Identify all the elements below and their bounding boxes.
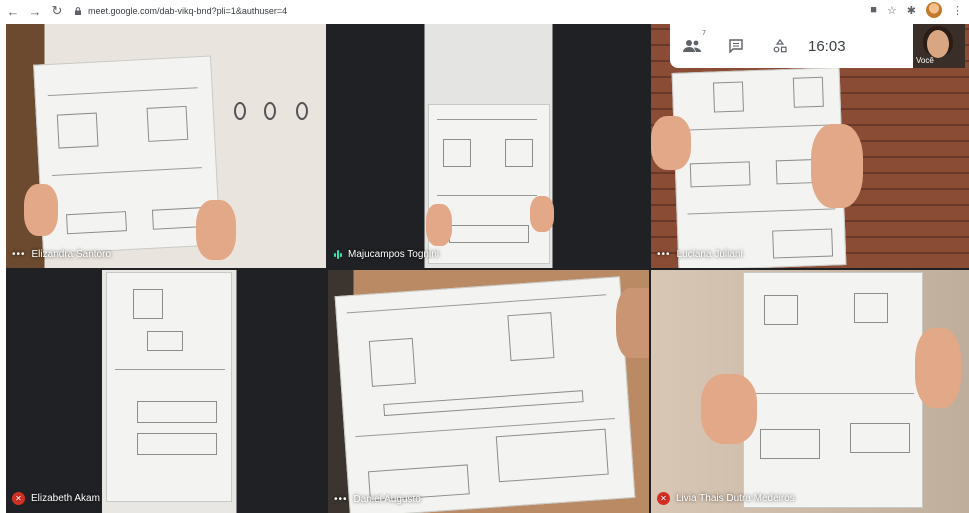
meet-top-bar: 7 16:03 bbox=[670, 24, 941, 68]
participant-name: Majucampos Tognini bbox=[348, 249, 439, 260]
chat-icon[interactable] bbox=[714, 24, 758, 68]
self-label: Você bbox=[916, 56, 934, 65]
participant-name: Daniel Augusto bbox=[353, 494, 421, 505]
participants-count: 7 bbox=[702, 30, 706, 37]
meet-grid: ••• Elizandra Santoro Majucampos Tognini bbox=[6, 24, 969, 513]
participant-tile[interactable]: ••• Elizandra Santoro bbox=[6, 24, 326, 268]
activities-icon[interactable] bbox=[758, 24, 802, 68]
participant-tile[interactable]: Majucampos Tognini bbox=[328, 24, 649, 268]
participant-name: Luciana Juliani bbox=[676, 249, 743, 260]
self-view-tile[interactable]: Você bbox=[913, 24, 965, 68]
more-options-icon[interactable]: ••• bbox=[334, 494, 348, 505]
url-text: meet.google.com/dab-vikq-bnd?pli=1&authu… bbox=[88, 6, 288, 16]
kebab-menu-icon[interactable]: ⋮ bbox=[952, 4, 963, 17]
participant-name: Livia Thais Dutra Medeiros bbox=[676, 493, 795, 504]
more-options-icon[interactable]: ••• bbox=[657, 249, 671, 260]
participant-tile[interactable]: ✕ Elizabeth Akam bbox=[6, 270, 326, 513]
lock-icon bbox=[75, 7, 81, 15]
camera-icon[interactable]: ■ bbox=[870, 4, 877, 16]
people-icon[interactable]: 7 bbox=[670, 24, 714, 68]
participant-tile[interactable]: ✕ Livia Thais Dutra Medeiros bbox=[651, 270, 969, 513]
reload-icon[interactable]: ↻ bbox=[48, 2, 66, 20]
address-bar[interactable]: meet.google.com/dab-vikq-bnd?pli=1&authu… bbox=[74, 6, 287, 16]
avatar bbox=[927, 30, 949, 58]
participant-name: Elizandra Santoro bbox=[31, 249, 112, 260]
meeting-clock: 16:03 bbox=[808, 37, 846, 55]
profile-avatar[interactable] bbox=[926, 2, 942, 18]
arrow-left-icon[interactable]: ← bbox=[4, 2, 22, 20]
participant-tile[interactable]: ••• Daniel Augusto bbox=[328, 270, 649, 513]
star-icon[interactable]: ☆ bbox=[887, 4, 897, 17]
extensions-icon[interactable]: ✱ bbox=[907, 4, 916, 17]
more-options-icon[interactable]: ••• bbox=[12, 249, 26, 260]
participant-name: Elizabeth Akam bbox=[31, 493, 100, 504]
speaking-indicator-icon bbox=[334, 250, 342, 259]
mic-off-icon: ✕ bbox=[657, 492, 670, 505]
arrow-right-icon[interactable]: → bbox=[26, 2, 44, 20]
browser-toolbar: ← → ↻ meet.google.com/dab-vikq-bnd?pli=1… bbox=[0, 0, 969, 22]
mic-off-icon: ✕ bbox=[12, 492, 25, 505]
